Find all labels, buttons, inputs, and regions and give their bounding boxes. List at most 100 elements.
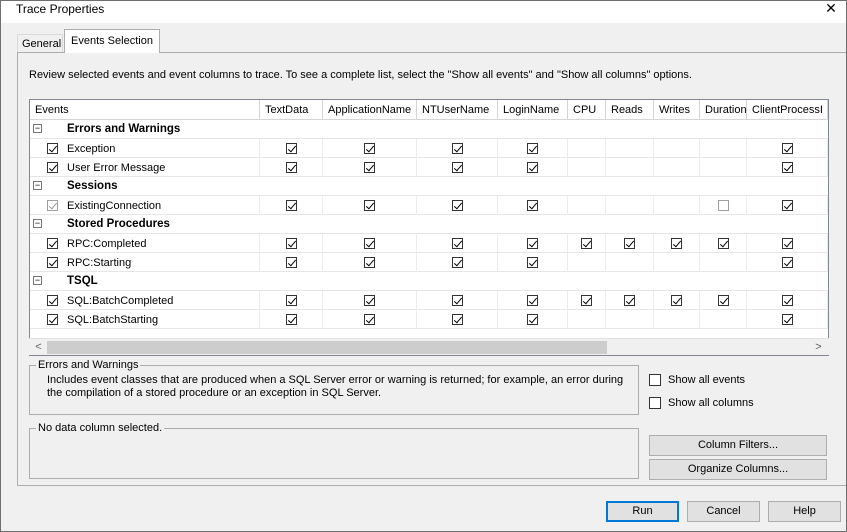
- column-header-2[interactable]: ApplicationName: [323, 100, 417, 120]
- column-checkbox[interactable]: [364, 162, 375, 173]
- column-cell[interactable]: [260, 158, 323, 177]
- column-cell[interactable]: [747, 139, 828, 158]
- column-checkbox[interactable]: [782, 143, 793, 154]
- category-row[interactable]: − Stored Procedures: [30, 215, 828, 234]
- column-header-5[interactable]: CPU: [568, 100, 606, 120]
- column-cell[interactable]: [568, 234, 606, 253]
- column-cell[interactable]: [417, 310, 498, 329]
- column-cell[interactable]: [417, 291, 498, 310]
- column-header-8[interactable]: Duration: [700, 100, 747, 120]
- organize-columns-button[interactable]: Organize Columns...: [649, 459, 827, 480]
- column-checkbox[interactable]: [286, 143, 297, 154]
- event-checkbox[interactable]: [47, 143, 58, 154]
- column-checkbox[interactable]: [782, 200, 793, 211]
- column-cell[interactable]: [498, 253, 568, 272]
- column-cell[interactable]: [260, 234, 323, 253]
- column-checkbox[interactable]: [452, 162, 463, 173]
- column-filters-button[interactable]: Column Filters...: [649, 435, 827, 456]
- column-cell[interactable]: [323, 234, 417, 253]
- column-cell[interactable]: [323, 310, 417, 329]
- column-checkbox[interactable]: [671, 238, 682, 249]
- column-cell[interactable]: [323, 196, 417, 215]
- column-checkbox[interactable]: [527, 295, 538, 306]
- column-checkbox[interactable]: [452, 143, 463, 154]
- close-icon[interactable]: ✕: [822, 0, 840, 16]
- column-checkbox[interactable]: [452, 257, 463, 268]
- column-cell[interactable]: [260, 291, 323, 310]
- column-cell[interactable]: [747, 253, 828, 272]
- show-all-columns-box[interactable]: [649, 397, 661, 409]
- column-checkbox[interactable]: [718, 295, 729, 306]
- column-cell[interactable]: [498, 196, 568, 215]
- column-cell[interactable]: [417, 234, 498, 253]
- column-checkbox[interactable]: [782, 162, 793, 173]
- column-header-1[interactable]: TextData: [260, 100, 323, 120]
- event-checkbox[interactable]: [47, 200, 58, 211]
- run-button[interactable]: Run: [606, 501, 679, 522]
- column-cell[interactable]: [606, 234, 654, 253]
- collapse-icon[interactable]: −: [33, 276, 42, 285]
- column-cell[interactable]: [498, 158, 568, 177]
- column-checkbox[interactable]: [286, 238, 297, 249]
- column-checkbox[interactable]: [671, 295, 682, 306]
- column-cell[interactable]: [747, 234, 828, 253]
- column-checkbox[interactable]: [452, 314, 463, 325]
- column-checkbox[interactable]: [624, 295, 635, 306]
- column-checkbox[interactable]: [452, 200, 463, 211]
- event-row[interactable]: ExistingConnection: [30, 196, 828, 215]
- column-checkbox[interactable]: [527, 314, 538, 325]
- event-checkbox[interactable]: [47, 257, 58, 268]
- event-checkbox[interactable]: [47, 295, 58, 306]
- category-row[interactable]: − TSQL: [30, 272, 828, 291]
- column-cell[interactable]: [260, 196, 323, 215]
- column-checkbox[interactable]: [581, 295, 592, 306]
- scroll-right-icon[interactable]: >: [810, 339, 827, 356]
- horizontal-scrollbar[interactable]: < >: [29, 338, 829, 355]
- column-checkbox[interactable]: [782, 238, 793, 249]
- column-checkbox[interactable]: [718, 238, 729, 249]
- column-cell[interactable]: [417, 139, 498, 158]
- column-cell[interactable]: [260, 139, 323, 158]
- column-cell[interactable]: [700, 234, 747, 253]
- column-checkbox[interactable]: [286, 200, 297, 211]
- category-row[interactable]: − Sessions: [30, 177, 828, 196]
- collapse-icon[interactable]: −: [33, 219, 42, 228]
- column-cell[interactable]: [323, 158, 417, 177]
- column-checkbox[interactable]: [452, 295, 463, 306]
- column-cell[interactable]: [747, 291, 828, 310]
- scrollbar-thumb[interactable]: [47, 341, 607, 354]
- event-row[interactable]: RPC:Completed: [30, 234, 828, 253]
- events-grid[interactable]: Events TextData ApplicationName NTUserName L…: [29, 99, 829, 356]
- column-cell[interactable]: [323, 291, 417, 310]
- column-checkbox[interactable]: [581, 238, 592, 249]
- column-checkbox[interactable]: [286, 295, 297, 306]
- column-checkbox[interactable]: [286, 314, 297, 325]
- column-cell[interactable]: [654, 291, 700, 310]
- column-cell[interactable]: [747, 158, 828, 177]
- event-row[interactable]: SQL:BatchCompleted: [30, 291, 828, 310]
- column-header-7[interactable]: Writes: [654, 100, 700, 120]
- column-cell[interactable]: [417, 196, 498, 215]
- column-checkbox[interactable]: [286, 257, 297, 268]
- column-cell[interactable]: [700, 196, 747, 215]
- scroll-left-icon[interactable]: <: [30, 339, 47, 356]
- event-row[interactable]: User Error Message: [30, 158, 828, 177]
- column-checkbox[interactable]: [364, 314, 375, 325]
- column-cell[interactable]: [747, 196, 828, 215]
- column-checkbox[interactable]: [364, 257, 375, 268]
- column-header-3[interactable]: NTUserName: [417, 100, 498, 120]
- event-checkbox[interactable]: [47, 162, 58, 173]
- column-checkbox[interactable]: [527, 200, 538, 211]
- tab-events-selection[interactable]: Events Selection: [64, 29, 160, 53]
- column-header-0[interactable]: Events: [30, 100, 260, 120]
- column-cell[interactable]: [498, 139, 568, 158]
- column-header-4[interactable]: LoginName: [498, 100, 568, 120]
- column-cell[interactable]: [260, 253, 323, 272]
- column-cell[interactable]: [498, 234, 568, 253]
- tab-general[interactable]: General: [17, 34, 63, 52]
- event-row[interactable]: SQL:BatchStarting: [30, 310, 828, 329]
- column-checkbox[interactable]: [782, 314, 793, 325]
- column-cell[interactable]: [606, 291, 654, 310]
- column-cell[interactable]: [323, 253, 417, 272]
- column-cell[interactable]: [417, 253, 498, 272]
